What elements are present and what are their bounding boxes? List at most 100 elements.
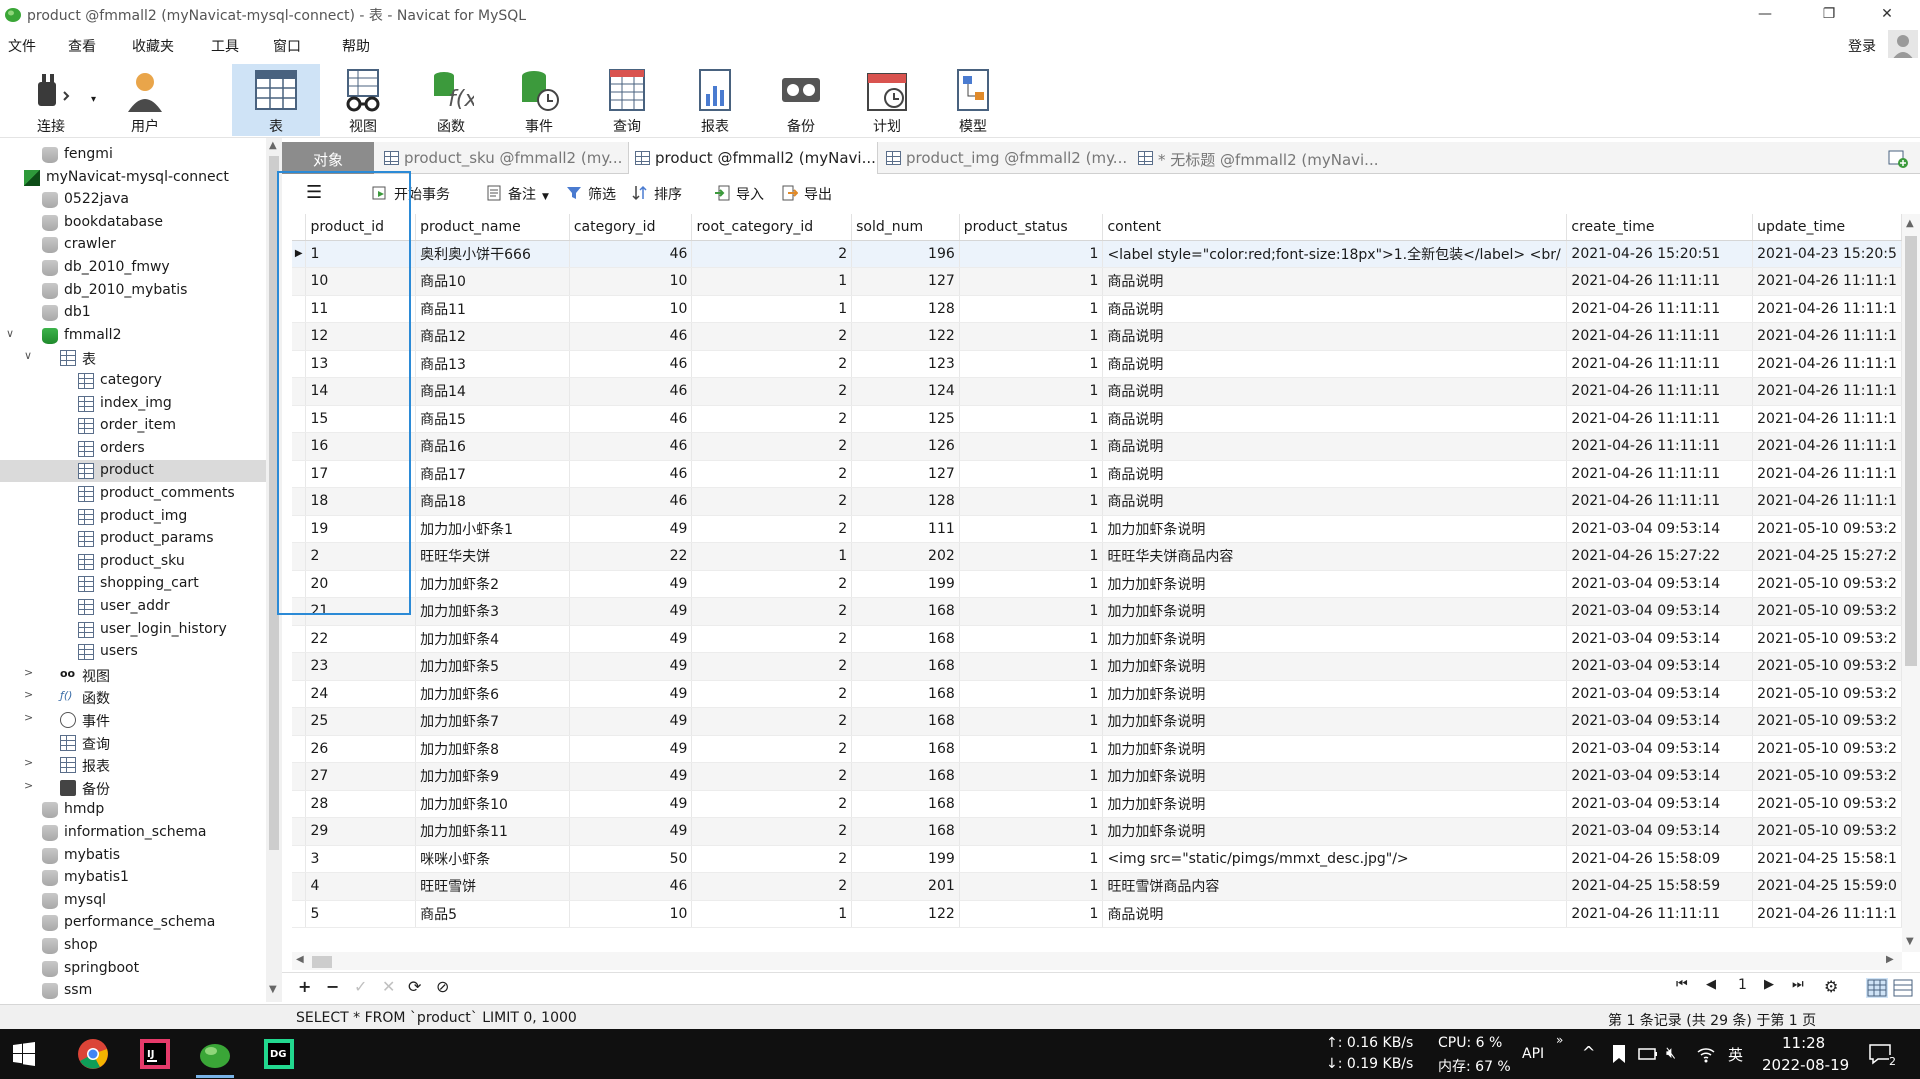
tree-item-[interactable]: 查询: [0, 732, 266, 754]
table-cell[interactable]: 46: [569, 432, 693, 461]
tree-item-bookdatabase[interactable]: bookdatabase: [0, 212, 266, 234]
tree-item-mybatis1[interactable]: mybatis1: [0, 867, 266, 889]
tree-item-ssm[interactable]: ssm: [0, 980, 266, 1002]
table-cell[interactable]: 2021-04-26 15:58:09: [1566, 845, 1754, 873]
table-cell[interactable]: 2021-04-26 11:11:1: [1752, 460, 1902, 488]
table-cell[interactable]: 商品说明: [1102, 295, 1568, 323]
table-cell[interactable]: 加力加虾条说明: [1102, 762, 1568, 791]
table-cell[interactable]: 商品16: [415, 432, 570, 461]
tree-item-crawler[interactable]: crawler: [0, 234, 266, 256]
table-cell[interactable]: 1: [959, 295, 1104, 323]
table-cell[interactable]: 2: [691, 377, 853, 406]
tree-item-hmdp[interactable]: hmdp: [0, 799, 266, 821]
toolbar-function-button[interactable]: f(x) 函数: [410, 64, 492, 136]
menu-favorites[interactable]: 收藏夹: [132, 36, 174, 56]
table-cell[interactable]: 2021-04-26 11:11:11: [1566, 487, 1754, 516]
table-cell[interactable]: 4: [305, 872, 417, 901]
tray-expand-icon[interactable]: »: [1556, 1033, 1563, 1047]
table-cell[interactable]: 2021-04-26 11:11:1: [1752, 295, 1902, 323]
table-cell[interactable]: 46: [569, 322, 693, 351]
table-cell[interactable]: 199: [851, 845, 960, 873]
table-cell[interactable]: 46: [569, 350, 693, 378]
tab-product-img[interactable]: product_img @fmmall2 (my...: [880, 142, 1130, 174]
table-cell[interactable]: 46: [569, 872, 693, 901]
table-cell[interactable]: 2: [691, 405, 853, 433]
table-cell[interactable]: 122: [851, 900, 960, 928]
table-cell[interactable]: 124: [851, 377, 960, 406]
table-cell[interactable]: 1: [959, 267, 1104, 296]
menu-window[interactable]: 窗口: [273, 36, 301, 56]
toolbar-event-button[interactable]: 事件: [498, 64, 580, 136]
table-cell[interactable]: 2021-03-04 09:53:14: [1566, 735, 1754, 763]
login-link[interactable]: 登录: [1848, 36, 1876, 56]
table-cell[interactable]: 168: [851, 817, 960, 846]
table-cell[interactable]: 2: [691, 872, 853, 901]
table-cell[interactable]: 2021-03-04 09:53:14: [1566, 652, 1754, 681]
table-row[interactable]: 24 加力加虾条6 49 2 168 1 加力加虾条说明 2021-03-04 09:53:1…: [292, 680, 1902, 708]
table-cell[interactable]: 加力加虾条说明: [1102, 735, 1568, 763]
navicat-taskbar-icon[interactable]: [198, 1037, 232, 1071]
avatar-icon[interactable]: [1888, 30, 1918, 60]
table-cell[interactable]: 1: [959, 542, 1104, 571]
table-cell[interactable]: 加力加虾条说明: [1102, 625, 1568, 653]
table-cell[interactable]: 1: [959, 432, 1104, 461]
table-cell[interactable]: 199: [851, 570, 960, 598]
table-cell[interactable]: 商品17: [415, 460, 570, 488]
table-cell[interactable]: 商品说明: [1102, 405, 1568, 433]
table-cell[interactable]: 122: [851, 322, 960, 351]
tab-untitled-query[interactable]: * 无标题 @fmmall2 (myNavi...: [1132, 142, 1392, 174]
table-cell[interactable]: 202: [851, 542, 960, 571]
column-header[interactable]: product_name: [415, 214, 570, 241]
toolbar-backup-button[interactable]: 备份: [760, 64, 842, 136]
grid-vscroll-thumb[interactable]: [1905, 236, 1917, 666]
intellij-icon[interactable]: IJ: [138, 1037, 172, 1071]
table-row[interactable]: 19 加力加小虾条1 49 2 111 1 加力加虾条说明 2021-03-04 09:53:…: [292, 515, 1902, 543]
table-cell[interactable]: 加力加虾条说明: [1102, 707, 1568, 736]
tree-item-information_schema[interactable]: information_schema: [0, 822, 266, 844]
table-cell[interactable]: 2021-03-04 09:53:14: [1566, 707, 1754, 736]
chevron-down-icon[interactable]: ∨: [24, 349, 36, 362]
volume-muted-icon[interactable]: 🔇︎: [1666, 1043, 1676, 1063]
table-cell[interactable]: 29: [305, 817, 417, 846]
table-row[interactable]: 28 加力加虾条10 49 2 168 1 加力加虾条说明 2021-03-04 09:53:…: [292, 790, 1902, 818]
scroll-left-icon[interactable]: ◀: [296, 954, 304, 965]
table-cell[interactable]: 3: [305, 845, 417, 873]
minimize-button[interactable]: —: [1742, 0, 1788, 28]
table-cell[interactable]: 2021-04-26 11:11:11: [1566, 295, 1754, 323]
row-marker[interactable]: [292, 790, 307, 818]
table-cell[interactable]: 28: [305, 790, 417, 818]
menu-tools[interactable]: 工具: [211, 36, 239, 56]
api-label[interactable]: API: [1522, 1046, 1544, 1062]
table-cell[interactable]: 1: [691, 900, 853, 928]
table-cell[interactable]: 商品18: [415, 487, 570, 516]
table-cell[interactable]: 1: [959, 735, 1104, 763]
table-cell[interactable]: 2021-04-26 11:11:1: [1752, 405, 1902, 433]
last-page-button[interactable]: ⏭: [1792, 977, 1804, 992]
table-cell[interactable]: 商品说明: [1102, 350, 1568, 378]
table-row[interactable]: 25 加力加虾条7 49 2 168 1 加力加虾条说明 2021-03-04 09:53:1…: [292, 707, 1902, 736]
table-cell[interactable]: 46: [569, 377, 693, 406]
table-cell[interactable]: 2: [691, 625, 853, 653]
table-cell[interactable]: 2021-04-26 15:27:22: [1566, 542, 1754, 571]
table-cell[interactable]: 125: [851, 405, 960, 433]
table-cell[interactable]: 1: [959, 900, 1104, 928]
tree-item-product_params[interactable]: product_params: [0, 528, 266, 550]
toolbar-view-button[interactable]: 视图: [322, 64, 404, 136]
tree-item-[interactable]: > 备份: [0, 777, 266, 799]
table-cell[interactable]: 26: [305, 735, 417, 763]
chevron-right-icon[interactable]: >: [24, 688, 36, 701]
table-cell[interactable]: 2: [691, 735, 853, 763]
table-cell[interactable]: 168: [851, 762, 960, 791]
tree-item-fengmi[interactable]: fengmi: [0, 144, 266, 166]
table-cell[interactable]: 1: [959, 515, 1104, 543]
table-cell[interactable]: 23: [305, 652, 417, 681]
table-cell[interactable]: 2021-04-25 15:59:0: [1752, 872, 1902, 901]
table-cell[interactable]: 123: [851, 350, 960, 378]
table-cell[interactable]: 49: [569, 680, 693, 708]
table-cell[interactable]: 49: [569, 817, 693, 846]
table-cell[interactable]: 46: [569, 487, 693, 516]
wifi-icon[interactable]: [1696, 1045, 1716, 1063]
table-cell[interactable]: 1: [959, 240, 1104, 268]
table-cell[interactable]: 加力加虾条说明: [1102, 597, 1568, 626]
table-cell[interactable]: 加力加虾条说明: [1102, 680, 1568, 708]
